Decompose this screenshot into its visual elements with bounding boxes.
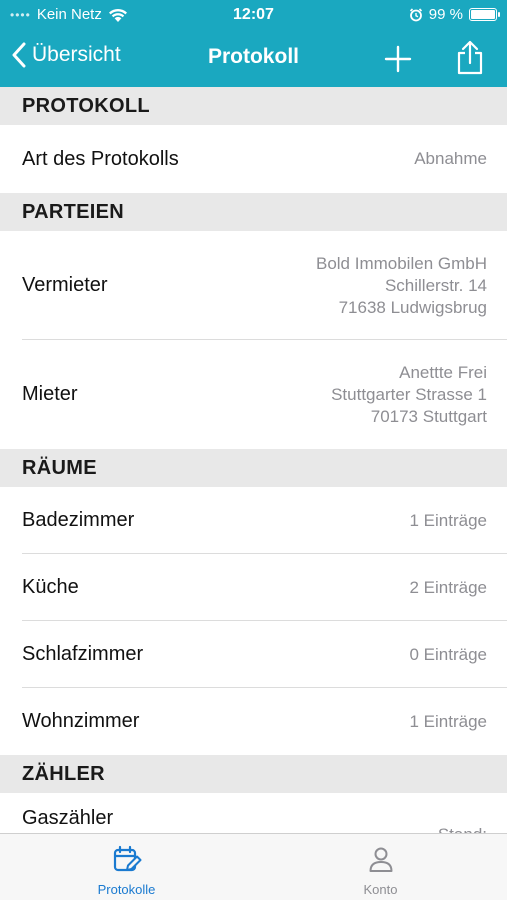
row-label: Küche (22, 576, 79, 598)
navigation-bar: Übersicht Protokoll (0, 30, 507, 87)
row-label: Mieter (22, 383, 78, 405)
person-icon (369, 847, 392, 872)
row-value: 2 Einträge (409, 577, 488, 597)
room-row-kueche[interactable]: Küche 2 Einträge (0, 554, 507, 621)
address-line: 70173 Stuttgart (370, 406, 487, 426)
row-value: Stand: (438, 824, 487, 833)
row-label: Vermieter (22, 274, 108, 296)
room-row-badezimmer[interactable]: Badezimmer 1 Einträge (0, 487, 507, 554)
row-label: Schlafzimmer (22, 643, 144, 665)
room-row-wohnzimmer[interactable]: Wohnzimmer 1 Einträge (0, 688, 507, 755)
battery-icon (469, 8, 500, 21)
section-header-protokoll: PROTOKOLL (0, 87, 507, 125)
row-label: Gaszähler (22, 807, 114, 829)
section-header-raeume: RÄUME (0, 449, 507, 487)
row-label: Badezimmer (22, 509, 135, 531)
chevron-left-icon (12, 42, 26, 68)
protocol-type-row[interactable]: Art des Protokolls Abnahme (0, 125, 507, 193)
meter-row-gas[interactable]: Gaszähler Stand: (0, 793, 507, 833)
tenant-address: Anettte Frei Stuttgarter Strasse 1 70173… (331, 362, 487, 428)
row-value: 0 Einträge (409, 644, 488, 664)
address-line: Bold Immobilen GmbH (315, 253, 487, 273)
landlord-row[interactable]: Vermieter Bold Immobilen GmbH Schillerst… (0, 231, 507, 340)
row-value: 1 Einträge (409, 510, 488, 530)
landlord-address: Bold Immobilen GmbH Schillerstr. 14 7163… (316, 253, 487, 319)
back-label: Übersicht (32, 43, 121, 66)
row-value: 1 Einträge (409, 711, 488, 731)
status-bar: •••• Kein Netz 12:07 99 % (0, 0, 507, 30)
tab-label: Konto (363, 882, 398, 897)
address-line: 71638 Ludwigsbrug (338, 297, 487, 317)
alarm-icon (409, 7, 422, 21)
tab-konto[interactable]: Konto (254, 834, 507, 900)
tab-bar: Protokolle Konto (0, 833, 507, 900)
room-row-schlafzimmer[interactable]: Schlafzimmer 0 Einträge (0, 621, 507, 688)
protocol-list[interactable]: PROTOKOLL Art des Protokolls Abnahme PAR… (0, 87, 507, 833)
battery-percent: 99 % (428, 6, 463, 23)
share-icon (457, 40, 483, 75)
section-header-zaehler: ZÄHLER (0, 755, 507, 793)
plus-icon (384, 45, 412, 73)
add-button[interactable] (383, 44, 413, 74)
address-line: Anettte Frei (399, 362, 487, 382)
back-button[interactable]: Übersicht (12, 42, 121, 68)
share-button[interactable] (455, 40, 485, 76)
address-line: Stuttgarter Strasse 1 (331, 384, 487, 404)
row-label: Wohnzimmer (22, 710, 140, 732)
section-header-parteien: PARTEIEN (0, 193, 507, 231)
calendar-edit-icon (113, 845, 141, 872)
status-right: 99 % (409, 6, 500, 23)
tab-protokolle[interactable]: Protokolle (0, 834, 253, 900)
address-line: Schillerstr. 14 (384, 275, 487, 295)
row-label: Art des Protokolls (22, 147, 179, 170)
row-value: Abnahme (414, 149, 487, 168)
tab-label: Protokolle (97, 882, 156, 897)
tenant-row[interactable]: Mieter Anettte Frei Stuttgarter Strasse … (0, 340, 507, 449)
